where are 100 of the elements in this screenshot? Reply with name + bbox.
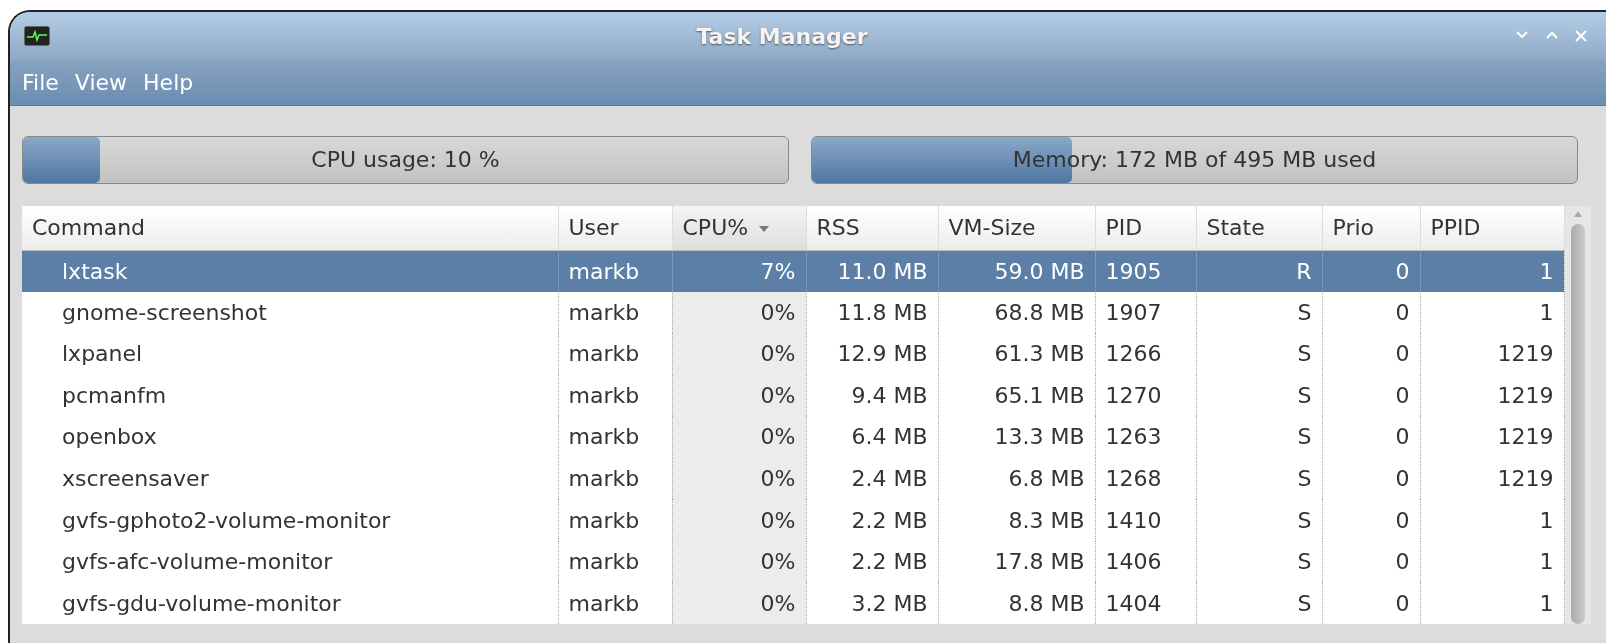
column-header[interactable]: Prio	[1322, 206, 1420, 250]
table-cell: 7%	[672, 250, 806, 292]
meter-label: CPU usage: 10 %	[310, 146, 501, 174]
table-cell: S	[1196, 374, 1322, 417]
table-cell: 68.8 MB	[938, 291, 1095, 334]
table-cell: 0	[1322, 540, 1420, 583]
table-cell: 0%	[672, 333, 806, 375]
table-row[interactable]: gvfs-gdu-volume-monitor markb 0% 3.2 MB 8.8 MB 1404 S 0 1	[22, 582, 1564, 624]
table-cell: R	[1196, 250, 1322, 292]
table-cell: 11.8 MB	[806, 291, 938, 334]
table-cell: 0%	[672, 374, 806, 417]
table-cell: S	[1196, 540, 1322, 583]
table-cell: 9.4 MB	[806, 374, 938, 417]
table-cell: 0%	[672, 582, 806, 624]
table-cell: 8.3 MB	[938, 499, 1095, 541]
table-cell: 1270	[1095, 374, 1196, 417]
table-cell: gvfs-gphoto2-volume-monitor	[22, 499, 558, 541]
scrollbar[interactable]	[1564, 206, 1591, 624]
table-cell: gvfs-afc-volume-monitor	[22, 540, 558, 583]
table-cell: S	[1196, 582, 1322, 624]
table-cell: 12.9 MB	[806, 333, 938, 375]
table-cell: 1	[1420, 540, 1564, 583]
column-header[interactable]: PID	[1095, 206, 1196, 250]
table-cell: 1907	[1095, 291, 1196, 334]
table-cell: 0	[1322, 582, 1420, 624]
table-cell: 8.8 MB	[938, 582, 1095, 624]
table-cell: lxpanel	[22, 333, 558, 375]
table-cell: gvfs-gdu-volume-monitor	[22, 582, 558, 624]
table-cell: 2.2 MB	[806, 540, 938, 583]
table-cell: 0	[1322, 250, 1420, 292]
scroll-up-icon[interactable]	[1572, 210, 1583, 218]
table-cell: 0%	[672, 457, 806, 500]
column-header[interactable]: VM-Size	[938, 206, 1095, 250]
column-header[interactable]: State	[1196, 206, 1322, 250]
table-cell: 1263	[1095, 416, 1196, 458]
sort-down-icon	[758, 225, 771, 234]
table-cell: S	[1196, 457, 1322, 500]
table-cell: 1905	[1095, 250, 1196, 292]
table-cell: 2.2 MB	[806, 499, 938, 541]
table-cell: 2.4 MB	[806, 457, 938, 500]
table-cell: 1266	[1095, 333, 1196, 375]
table-cell: S	[1196, 499, 1322, 541]
column-header[interactable]: RSS	[806, 206, 938, 250]
table-cell: 0	[1322, 416, 1420, 458]
minimize-icon[interactable]	[1514, 29, 1530, 41]
maximize-icon[interactable]	[1544, 29, 1560, 41]
table-cell: lxtask	[22, 250, 558, 292]
monitor-icon	[24, 26, 50, 46]
table-cell: 6.4 MB	[806, 416, 938, 458]
table-cell: 1268	[1095, 457, 1196, 500]
table-cell: 1219	[1420, 457, 1564, 500]
table-cell: 0%	[672, 540, 806, 583]
table-cell: 65.1 MB	[938, 374, 1095, 417]
table-cell: 0	[1322, 457, 1420, 500]
table-cell: S	[1196, 416, 1322, 458]
scrollbar-thumb[interactable]	[1570, 224, 1585, 624]
table-cell: 0%	[672, 416, 806, 458]
table-cell: S	[1196, 333, 1322, 375]
table-cell: 1219	[1420, 416, 1564, 458]
table-cell: 3.2 MB	[806, 582, 938, 624]
table-cell: 0%	[672, 499, 806, 541]
table-row[interactable]: lxtask markb 7% 11.0 MB 59.0 MB 1905 R 0 1	[22, 250, 1564, 292]
table-cell: gnome-screenshot	[22, 291, 558, 334]
table-row[interactable]: gvfs-gphoto2-volume-monitor markb 0% 2.2 MB 8.3 MB 1410 S 0 1	[22, 499, 1564, 541]
table-cell: 0	[1322, 291, 1420, 334]
table-cell: 1410	[1095, 499, 1196, 541]
table-cell: markb	[558, 250, 672, 292]
table-cell: 6.8 MB	[938, 457, 1095, 500]
table-cell: 1406	[1095, 540, 1196, 583]
table-cell: 17.8 MB	[938, 540, 1095, 583]
table-cell: 1	[1420, 291, 1564, 334]
table-row[interactable]: gvfs-afc-volume-monitor markb 0% 2.2 MB 17.8 MB 1406 S 0 1	[22, 540, 1564, 583]
table-cell: 0%	[672, 291, 806, 334]
close-icon[interactable]	[1574, 29, 1588, 43]
column-header[interactable]: Command	[22, 206, 558, 250]
table-cell: xscreensaver	[22, 457, 558, 500]
table-cell: 13.3 MB	[938, 416, 1095, 458]
table-row[interactable]: lxpanel markb 0% 12.9 MB 61.3 MB 1266 S 0 1219	[22, 333, 1564, 375]
table-cell: 1404	[1095, 582, 1196, 624]
table-cell: 0	[1322, 374, 1420, 417]
column-header[interactable]: User	[558, 206, 672, 250]
table-cell: 11.0 MB	[806, 250, 938, 292]
table-row[interactable]: pcmanfm markb 0% 9.4 MB 65.1 MB 1270 S 0 1219	[22, 374, 1564, 417]
table-row[interactable]: gnome-screenshot markb 0% 11.8 MB 68.8 MB 1907 S 0 1	[22, 291, 1564, 334]
table-cell: 1219	[1420, 333, 1564, 375]
table-cell: 1219	[1420, 374, 1564, 417]
table-cell: 0	[1322, 499, 1420, 541]
table-cell: 59.0 MB	[938, 250, 1095, 292]
table-cell: 1	[1420, 582, 1564, 624]
column-header[interactable]: PPID	[1420, 206, 1564, 250]
table-cell: 1	[1420, 250, 1564, 292]
table-cell: openbox	[22, 416, 558, 458]
column-header[interactable]: CPU%	[672, 206, 806, 250]
table-cell: S	[1196, 291, 1322, 334]
table-cell: 61.3 MB	[938, 333, 1095, 375]
table-row[interactable]: xscreensaver markb 0% 2.4 MB 6.8 MB 1268 S 0 1219	[22, 457, 1564, 500]
table-cell: pcmanfm	[22, 374, 558, 417]
table-cell: 1	[1420, 499, 1564, 541]
table-cell: 0	[1322, 333, 1420, 375]
table-row[interactable]: openbox markb 0% 6.4 MB 13.3 MB 1263 S 0 1219	[22, 416, 1564, 458]
